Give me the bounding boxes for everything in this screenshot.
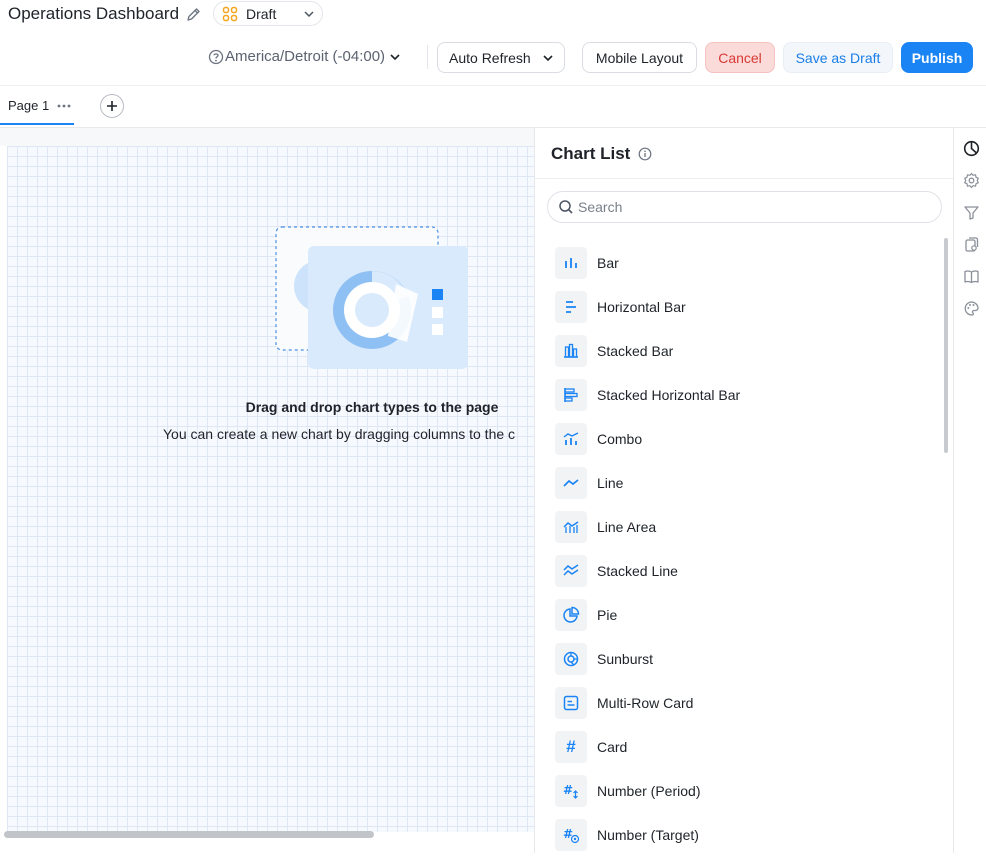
chart-item-card[interactable]: # Card (555, 725, 935, 769)
chart-item-label: Stacked Line (597, 563, 678, 579)
chart-item-label: Pie (597, 607, 618, 623)
chart-item-label: Card (597, 739, 628, 755)
chart-item-horizontal-bar[interactable]: Horizontal Bar (555, 285, 935, 329)
bar-chart-icon (565, 258, 577, 268)
chart-item-number-period[interactable]: # Number (Period) (555, 769, 935, 813)
chart-item-label: Stacked Horizontal Bar (597, 387, 741, 403)
tab-label: Page 1 (8, 98, 50, 113)
cancel-button[interactable]: Cancel (705, 42, 775, 73)
chart-item-stacked-bar[interactable]: Stacked Bar (555, 329, 935, 373)
book-icon[interactable] (963, 268, 980, 285)
timezone-label: America/Detroit (-04:00) (225, 48, 386, 65)
info-icon[interactable] (638, 147, 652, 161)
multi-row-card-icon (563, 695, 579, 711)
chart-type-list: Bar Horizontal Bar Stacked Bar Stacked H… (555, 241, 935, 857)
top-bar: Operations Dashboard Draft America/Detro… (0, 0, 986, 86)
chart-item-multi-row-card[interactable]: Multi-Row Card (555, 681, 935, 725)
plus-icon (107, 101, 117, 111)
chart-item-line-area[interactable]: Line Area (555, 505, 935, 549)
number-period-icon: # (563, 783, 578, 799)
chart-item-label: Combo (597, 431, 643, 447)
combo-chart-icon (563, 432, 579, 445)
draft-status-icon (222, 6, 238, 21)
chart-item-label: Horizontal Bar (597, 299, 686, 315)
divider (427, 45, 428, 69)
active-tab-indicator (0, 123, 74, 125)
tab-page-1[interactable]: Page 1 (8, 98, 71, 113)
edit-pencil-icon[interactable] (184, 6, 202, 24)
timezone-selector[interactable]: America/Detroit (-04:00) (208, 48, 402, 65)
auto-refresh-button[interactable]: Auto Refresh (437, 42, 565, 73)
status-dropdown[interactable]: Draft (213, 1, 323, 26)
chart-search-field[interactable] (547, 191, 942, 223)
page-tabs: Page 1 (0, 86, 986, 128)
chevron-down-icon (304, 11, 314, 18)
publish-button[interactable]: Publish (901, 42, 973, 73)
chart-item-label: Line (597, 475, 624, 491)
chart-item-sunburst[interactable]: Sunburst (555, 637, 935, 681)
chevron-down-icon (543, 55, 553, 62)
help-circle-icon (208, 49, 224, 64)
chart-item-combo[interactable]: Combo (555, 417, 935, 461)
filter-icon[interactable] (963, 204, 980, 221)
horizontal-bar-icon (566, 301, 576, 313)
chart-item-label: Bar (597, 255, 619, 271)
chart-list-icon[interactable] (963, 140, 980, 157)
line-area-icon (563, 521, 579, 533)
right-icon-rail (953, 128, 986, 853)
canvas-top-strip (0, 128, 534, 146)
stacked-bar-icon (564, 343, 578, 358)
horizontal-scrollbar[interactable] (4, 831, 374, 838)
vertical-scrollbar[interactable] (944, 238, 948, 453)
stacked-horizontal-bar-icon (564, 388, 578, 402)
chart-item-label: Stacked Bar (597, 343, 674, 359)
search-icon (559, 200, 573, 214)
chart-item-stacked-horizontal-bar[interactable]: Stacked Horizontal Bar (555, 373, 935, 417)
line-chart-icon (563, 479, 579, 487)
save-as-draft-button[interactable]: Save as Draft (783, 42, 893, 73)
data-source-icon[interactable] (963, 236, 980, 253)
chart-item-label: Number (Target) (597, 827, 699, 843)
chart-item-bar[interactable]: Bar (555, 241, 935, 285)
chart-item-label: Line Area (597, 519, 657, 535)
panel-title: Chart List (551, 144, 631, 163)
chevron-down-icon (390, 53, 400, 60)
dashboard-title: Operations Dashboard (8, 4, 180, 23)
card-hash-icon: # (566, 737, 576, 756)
mobile-layout-button[interactable]: Mobile Layout (582, 42, 697, 73)
settings-icon[interactable] (963, 172, 980, 189)
add-page-button[interactable] (100, 94, 124, 118)
number-target-icon: # (563, 827, 580, 844)
pie-chart-icon (563, 606, 580, 623)
empty-state-illustration (275, 226, 468, 369)
chart-item-label: Multi-Row Card (597, 695, 694, 711)
palette-icon[interactable] (963, 300, 980, 317)
divider (535, 178, 954, 179)
more-dots-icon[interactable] (57, 104, 71, 108)
chart-item-label: Number (Period) (597, 783, 701, 799)
empty-state-subtitle: You can create a new chart by dragging c… (163, 426, 516, 442)
chart-list-header: Chart List (551, 144, 652, 164)
chart-list-panel: Chart List Bar Horizontal Bar (534, 128, 954, 853)
auto-refresh-label: Auto Refresh (449, 49, 531, 66)
chart-item-number-target[interactable]: # Number (Target) (555, 813, 935, 857)
chart-item-stacked-line[interactable]: Stacked Line (555, 549, 935, 593)
svg-text:#: # (563, 783, 573, 797)
chart-item-pie[interactable]: Pie (555, 593, 935, 637)
sunburst-icon (563, 651, 579, 667)
status-label: Draft (246, 5, 277, 22)
chart-item-line[interactable]: Line (555, 461, 935, 505)
stacked-line-icon (563, 564, 579, 576)
search-input[interactable] (578, 199, 918, 215)
chart-item-label: Sunburst (597, 651, 654, 667)
